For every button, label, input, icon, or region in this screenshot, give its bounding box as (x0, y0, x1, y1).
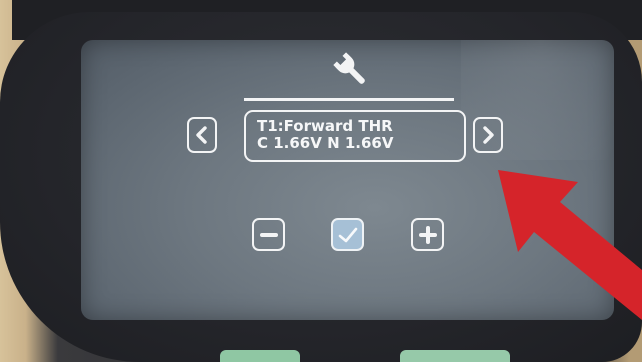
decrease-button[interactable] (252, 218, 285, 251)
previous-button[interactable] (187, 117, 217, 153)
wrench-icon (333, 52, 365, 84)
confirm-button[interactable] (331, 218, 364, 251)
minus-icon (259, 232, 278, 237)
parameter-title: T1:Forward THR (257, 117, 393, 135)
title-divider (244, 98, 454, 101)
parameter-readout: T1:Forward THR C 1.66V N 1.66V (244, 110, 466, 162)
bottom-key-left[interactable] (220, 350, 300, 362)
increase-button[interactable] (411, 218, 444, 251)
plus-icon (418, 225, 437, 244)
chevron-right-icon (483, 126, 494, 144)
bottom-key-right[interactable] (400, 350, 510, 362)
photo: T1:Forward THR C 1.66V N 1.66V (0, 0, 642, 362)
red-arrow (498, 170, 642, 320)
parameter-values: C 1.66V N 1.66V (257, 134, 394, 152)
chevron-left-icon (196, 126, 207, 144)
checkmark-icon (338, 227, 357, 242)
next-button[interactable] (473, 117, 503, 153)
